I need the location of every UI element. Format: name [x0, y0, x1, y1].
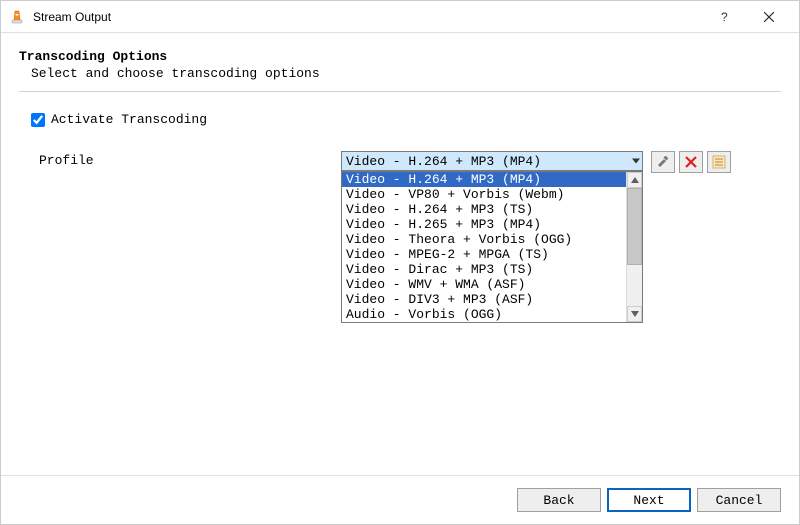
- activate-transcoding-row: Activate Transcoding: [25, 112, 775, 127]
- profile-option[interactable]: Audio - Vorbis (OGG): [342, 307, 626, 322]
- profile-option[interactable]: Video - H.265 + MP3 (MP4): [342, 217, 626, 232]
- profile-option[interactable]: Video - H.264 + MP3 (TS): [342, 202, 626, 217]
- profile-dropdown: Video - H.264 + MP3 (MP4) Video - VP80 +…: [341, 171, 643, 323]
- titlebar: Stream Output ?: [1, 1, 799, 33]
- help-button[interactable]: ?: [703, 2, 747, 32]
- wrench-icon: [656, 155, 670, 169]
- profile-selected-value: Video - H.264 + MP3 (MP4): [346, 154, 541, 169]
- next-button[interactable]: Next: [607, 488, 691, 512]
- edit-profile-button[interactable]: [651, 151, 675, 173]
- new-profile-icon: [712, 155, 726, 169]
- profile-dropdown-list: Video - H.264 + MP3 (MP4) Video - VP80 +…: [342, 172, 626, 322]
- profile-option[interactable]: Video - Dirac + MP3 (TS): [342, 262, 626, 277]
- new-profile-button[interactable]: [707, 151, 731, 173]
- profile-option[interactable]: Video - H.264 + MP3 (MP4): [342, 172, 626, 187]
- profile-option[interactable]: Video - VP80 + Vorbis (Webm): [342, 187, 626, 202]
- cancel-button[interactable]: Cancel: [697, 488, 781, 512]
- window-title: Stream Output: [33, 10, 703, 24]
- page-title: Transcoding Options: [19, 49, 781, 64]
- profile-option[interactable]: Video - MPEG-2 + MPGA (TS): [342, 247, 626, 262]
- back-button[interactable]: Back: [517, 488, 601, 512]
- profile-option[interactable]: Video - DIV3 + MP3 (ASF): [342, 292, 626, 307]
- content: Activate Transcoding Profile Video - H.2…: [1, 112, 799, 173]
- profile-row: Profile Video - H.264 + MP3 (MP4) Video …: [25, 151, 775, 173]
- delete-profile-button[interactable]: [679, 151, 703, 173]
- activate-transcoding-label: Activate Transcoding: [51, 112, 207, 127]
- page-subtitle: Select and choose transcoding options: [19, 66, 781, 81]
- page-header: Transcoding Options Select and choose tr…: [1, 33, 799, 91]
- close-button[interactable]: [747, 2, 791, 32]
- divider: [19, 91, 781, 92]
- profile-label: Profile: [25, 151, 341, 168]
- profile-combobox[interactable]: Video - H.264 + MP3 (MP4): [341, 151, 643, 171]
- profile-combo-wrap: Video - H.264 + MP3 (MP4) Video - H.264 …: [341, 151, 643, 171]
- scrollbar-thumb[interactable]: [627, 188, 642, 265]
- app-icon: [9, 9, 25, 25]
- dropdown-scrollbar[interactable]: [626, 172, 642, 322]
- profile-option[interactable]: Video - WMV + WMA (ASF): [342, 277, 626, 292]
- scrollbar-down-button[interactable]: [627, 306, 642, 322]
- chevron-down-icon: [632, 159, 640, 164]
- svg-text:?: ?: [721, 11, 728, 23]
- delete-icon: [685, 156, 697, 168]
- footer: Back Next Cancel: [1, 475, 799, 524]
- activate-transcoding-checkbox[interactable]: [31, 113, 45, 127]
- profile-option[interactable]: Video - Theora + Vorbis (OGG): [342, 232, 626, 247]
- profile-action-buttons: [651, 151, 731, 173]
- scrollbar-track[interactable]: [627, 188, 642, 306]
- scrollbar-up-button[interactable]: [627, 172, 642, 188]
